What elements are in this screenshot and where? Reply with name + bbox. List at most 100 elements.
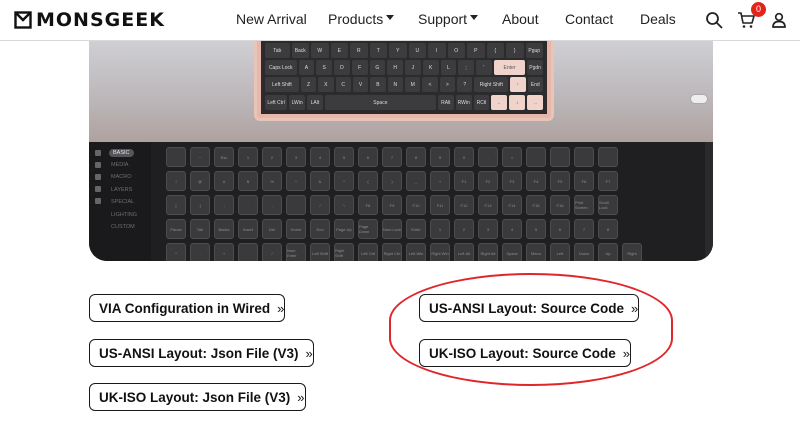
keycode-key: % bbox=[262, 171, 282, 191]
nav-about[interactable]: About bbox=[502, 11, 539, 27]
keycap: Right Shift bbox=[474, 77, 509, 92]
keycap: RCtl bbox=[473, 95, 490, 110]
keyboard-row: Left Shift Z X C V B N M < >? Right Shift ↑ End bbox=[265, 77, 543, 92]
nav-label: Products bbox=[328, 11, 384, 27]
nav-label: Support bbox=[418, 11, 468, 27]
keycode-key: [ bbox=[166, 195, 186, 215]
keycap: P bbox=[467, 43, 485, 58]
via-sidebar: BASIC MEDIA MACRO LAYERS SPECIAL LIGHTING CUST… bbox=[89, 142, 151, 261]
caret-down-icon bbox=[386, 14, 395, 20]
keycap: J bbox=[405, 60, 421, 75]
keycap: Enter bbox=[493, 60, 526, 75]
keycode-key: F15 bbox=[526, 195, 546, 215]
keycap: ↓ bbox=[509, 95, 526, 110]
keycode-key: . bbox=[286, 195, 306, 215]
via-configuration-link[interactable]: VIA Configuration in Wired » bbox=[89, 294, 286, 322]
keycode-key: Right Win bbox=[430, 243, 450, 261]
keycap: Pgdn bbox=[527, 60, 543, 75]
chevron-right-icon: » bbox=[305, 345, 313, 361]
site-header: MONSGEEK New Arrival Products Support Ab… bbox=[0, 0, 800, 41]
chevron-right-icon: » bbox=[277, 300, 285, 316]
keycode-key: Left Ctrl bbox=[358, 243, 378, 261]
keycode-key: F3 bbox=[502, 171, 522, 191]
cart-count-badge: 0 bbox=[751, 2, 766, 17]
keycap: D bbox=[334, 60, 350, 75]
keycap: R bbox=[350, 43, 368, 58]
keycode-key: # bbox=[214, 171, 234, 191]
keycode-key: = bbox=[502, 147, 522, 167]
keycode-key: Num Enter bbox=[286, 243, 306, 261]
nav-contact[interactable]: Contact bbox=[565, 11, 613, 27]
keycode-key: Space bbox=[502, 243, 522, 261]
keycode-key: F16 bbox=[550, 195, 570, 215]
keycode-key: 2 bbox=[454, 219, 474, 239]
keycode-key: 1 bbox=[238, 147, 258, 167]
keycode-key: Tab bbox=[190, 219, 210, 239]
nav-support[interactable]: Support bbox=[418, 11, 479, 27]
keycap: H bbox=[387, 60, 403, 75]
keycode-key: 3 bbox=[286, 147, 306, 167]
keycode-key: ! bbox=[166, 171, 186, 191]
product-image: Tab Back W E R T Y U I O P{} Pgup Caps Lock A S D F G H J K… bbox=[89, 41, 713, 261]
keycode-key bbox=[574, 147, 594, 167]
keycap: X bbox=[318, 77, 334, 92]
keycode-row: ! @ # $% ^ & *() _ + F1 F2 F3 F4 F5 F6 F7 bbox=[166, 171, 618, 191]
us-ansi-json-link[interactable]: US-ANSI Layout: Json File (V3) » bbox=[89, 339, 314, 367]
keycode-key: Enter bbox=[406, 219, 426, 239]
keycode-key: \ bbox=[334, 195, 354, 215]
nav-new-arrival[interactable]: New Arrival bbox=[236, 11, 307, 27]
keycode-key: F4 bbox=[526, 171, 546, 191]
keycap: ↑ bbox=[510, 77, 526, 92]
keycode-key: 3 bbox=[478, 219, 498, 239]
uk-iso-source-link[interactable]: UK-ISO Layout: Source Code » bbox=[419, 339, 631, 367]
keycap: > bbox=[439, 77, 456, 92]
via-sidebar-item: CUSTOM bbox=[111, 224, 135, 230]
toggle-switch bbox=[690, 94, 708, 104]
us-ansi-source-link[interactable]: US-ANSI Layout: Source Code » bbox=[419, 294, 640, 322]
keyboard-row: Left Ctrl LWin LAlt Space RAlt RWin RCtl ← ↓ → bbox=[265, 95, 544, 110]
user-icon[interactable] bbox=[770, 11, 788, 29]
keycap: L bbox=[440, 60, 457, 75]
keycode-key: / bbox=[262, 243, 282, 261]
keycap: Left Ctrl bbox=[265, 95, 288, 110]
keycode-key: 8 bbox=[406, 147, 426, 167]
keycode-key: 6 bbox=[358, 147, 378, 167]
nav-deals[interactable]: Deals bbox=[640, 11, 676, 27]
keycap: Pgup bbox=[525, 43, 543, 58]
keycode-key: 4 bbox=[502, 219, 522, 239]
keycode-key: Right Alt bbox=[478, 243, 498, 261]
keycode-key: 1 bbox=[430, 219, 450, 239]
keycode-key: + bbox=[214, 243, 234, 261]
keycap: Y bbox=[389, 43, 407, 58]
search-icon[interactable] bbox=[705, 11, 723, 29]
keycap: S bbox=[316, 60, 332, 75]
logo-text: MONSGEEK bbox=[36, 9, 165, 31]
keycode-key: Home bbox=[286, 219, 306, 239]
keycode-key: Del bbox=[262, 219, 282, 239]
keycode-key: Page Down bbox=[358, 219, 378, 239]
keycode-key: Scroll Lock bbox=[598, 195, 618, 215]
keycode-key bbox=[526, 147, 546, 167]
logo[interactable]: MONSGEEK bbox=[14, 9, 165, 31]
keycode-key bbox=[598, 147, 618, 167]
link-label: UK-ISO Layout: Source Code bbox=[429, 345, 616, 361]
keycode-key: , bbox=[262, 195, 282, 215]
keycode-key: F8 bbox=[358, 195, 378, 215]
uk-iso-json-link[interactable]: UK-ISO Layout: Json File (V3) » bbox=[89, 383, 306, 411]
keycap: Left Shift bbox=[265, 77, 299, 92]
keycode-key: ( bbox=[358, 171, 378, 191]
link-label: US-ANSI Layout: Source Code bbox=[429, 300, 625, 316]
keycode-key: F14 bbox=[502, 195, 522, 215]
keycode-key: @ bbox=[190, 171, 210, 191]
via-sidebar-item: MACRO bbox=[111, 174, 132, 180]
keycode-key: & bbox=[310, 171, 330, 191]
nav-products[interactable]: Products bbox=[328, 11, 395, 27]
keycode-key: Right Ctrl bbox=[382, 243, 402, 261]
keycode-key: 2 bbox=[262, 147, 282, 167]
keycode-key: F5 bbox=[550, 171, 570, 191]
keycode-key bbox=[166, 147, 186, 167]
keycode-key: F6 bbox=[574, 171, 594, 191]
keycode-key: . bbox=[238, 243, 258, 261]
keycap: V bbox=[352, 77, 369, 92]
keyboard-row: Tab Back W E R T Y U I O P{} Pgup bbox=[265, 43, 543, 58]
